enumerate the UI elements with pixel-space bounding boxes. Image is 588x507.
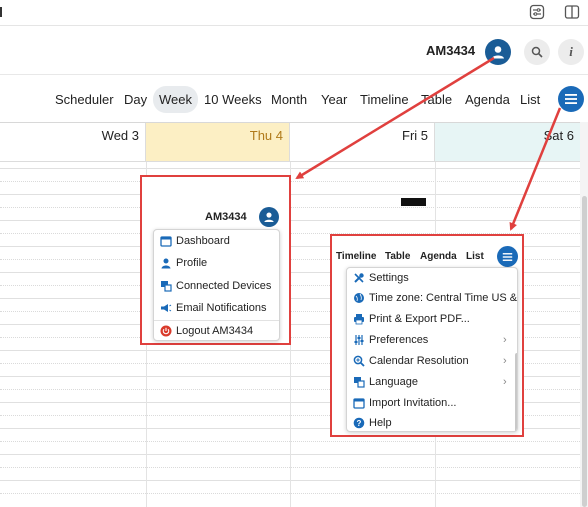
devices-icon	[161, 281, 172, 292]
tools-icon	[354, 273, 364, 283]
menu-item-dashboard[interactable]: Dashboard	[154, 230, 279, 252]
zoom-icon	[353, 355, 365, 367]
hamburger-icon	[502, 252, 513, 261]
tab-scheduler[interactable]: Scheduler	[51, 86, 118, 113]
menu-item-calendar-resolution[interactable]: Calendar Resolution ›	[347, 351, 515, 371]
menu-item-label: Import Invitation...	[369, 397, 457, 409]
menu-item-label: Print & Export PDF...	[369, 313, 470, 325]
main-menu-button[interactable]	[558, 86, 584, 112]
menu-item-label: Calendar Resolution	[369, 355, 469, 367]
menu-item-language[interactable]: Language ›	[347, 372, 515, 392]
day-header-fri[interactable]: Fri 5	[290, 123, 435, 162]
menu-item-time-zone[interactable]: Time zone: Central Time US & Ca	[347, 288, 518, 308]
menu-item-print-export[interactable]: Print & Export PDF...	[347, 309, 515, 329]
tab-timeline[interactable]: Timeline	[336, 251, 376, 262]
help-icon: ?	[353, 417, 365, 429]
menu-item-connected-devices[interactable]: Connected Devices	[154, 275, 279, 297]
menu-item-label: Connected Devices	[176, 280, 272, 292]
menu-item-label: Preferences	[369, 334, 429, 346]
app-header: AM3434 i	[0, 27, 588, 75]
day-header-wed[interactable]: Wed 3	[0, 123, 146, 162]
tab-month[interactable]: Month	[267, 86, 311, 113]
language-icon	[354, 377, 365, 388]
tab-table[interactable]: Table	[417, 86, 456, 113]
tab-timeline[interactable]: Timeline	[356, 86, 413, 113]
day-header-sat[interactable]: Sat 6	[435, 123, 580, 162]
tab-table[interactable]: Table	[385, 251, 410, 262]
calendar-icon	[160, 236, 172, 247]
user-menu-callout: AM3434 Dashboard Profile Connected Devic…	[140, 175, 291, 345]
info-icon: i	[569, 44, 573, 59]
user-avatar-icon[interactable]	[485, 39, 511, 65]
day-header-thu[interactable]: Thu 4	[146, 123, 290, 162]
day-label: Sat 6	[543, 128, 574, 143]
tab-list[interactable]: List	[516, 86, 544, 113]
sliders-icon	[354, 335, 364, 345]
menu-item-label: Email Notifications	[176, 302, 267, 314]
menu-item-help[interactable]: ? Help	[347, 413, 515, 431]
main-menu-button[interactable]	[497, 246, 518, 267]
tab-agenda[interactable]: Agenda	[461, 86, 514, 113]
settings-dropdown: Settings Time zone: Central Time US & Ca…	[346, 267, 518, 432]
menu-item-label: Settings	[369, 272, 409, 284]
menu-item-preferences[interactable]: Preferences ›	[347, 330, 515, 350]
day-label: Fri 5	[402, 128, 428, 143]
tab-list[interactable]: List	[466, 251, 484, 262]
printer-icon	[354, 314, 364, 325]
power-icon	[160, 325, 172, 337]
user-name[interactable]: AM3434	[426, 43, 475, 58]
chevron-right-icon: ›	[503, 376, 507, 388]
menu-scrollbar-thumb[interactable]	[515, 353, 517, 431]
tab-day[interactable]: Day	[120, 86, 151, 113]
menu-item-profile[interactable]: Profile	[154, 252, 279, 274]
user-menu-name[interactable]: AM3434	[205, 211, 247, 223]
tab-agenda[interactable]: Agenda	[420, 251, 457, 262]
hamburger-icon	[565, 94, 577, 104]
sliders-icon[interactable]	[528, 3, 546, 21]
svg-text:?: ?	[357, 419, 362, 428]
settings-menu-callout: Timeline Table Agenda List Settings Time…	[330, 234, 524, 437]
chevron-right-icon: ›	[503, 355, 507, 367]
search-button[interactable]	[524, 39, 550, 65]
search-icon	[531, 46, 543, 58]
day-label: Wed 3	[101, 128, 139, 143]
menu-item-label: Language	[369, 376, 418, 388]
info-button[interactable]: i	[558, 39, 584, 65]
globe-icon	[354, 293, 364, 303]
window-toolbar	[0, 0, 588, 26]
tab-year[interactable]: Year	[317, 86, 351, 113]
sidebar-toggle-icon[interactable]	[563, 3, 581, 21]
menu-item-label: Help	[369, 417, 392, 429]
day-label: Thu 4	[249, 128, 283, 143]
redaction-bar	[401, 198, 426, 206]
menu-item-settings[interactable]: Settings	[347, 268, 515, 288]
user-avatar-icon[interactable]	[259, 207, 279, 227]
menu-item-label: Profile	[176, 257, 208, 269]
menu-item-logout[interactable]: Logout AM3434	[154, 320, 279, 342]
menu-item-import-invitation[interactable]: Import Invitation...	[347, 393, 515, 413]
tab-week[interactable]: Week	[153, 86, 198, 113]
calendar-import-icon	[353, 398, 365, 409]
calendar-scrollbar-thumb[interactable]	[582, 196, 587, 507]
view-switcher: Scheduler Day Week 10 Weeks Month Year T…	[0, 76, 588, 122]
user-dropdown: Dashboard Profile Connected Devices Emai…	[153, 229, 280, 341]
person-icon	[161, 258, 171, 269]
menu-item-label: Time zone: Central Time US & Ca	[369, 292, 518, 304]
menu-item-label: Dashboard	[176, 235, 230, 247]
menu-item-email-notifications[interactable]: Email Notifications	[154, 297, 279, 319]
menu-item-label: Logout AM3434	[176, 325, 254, 337]
chevron-right-icon: ›	[503, 334, 507, 346]
tab-10-weeks[interactable]: 10 Weeks	[200, 86, 266, 113]
megaphone-icon	[161, 304, 172, 312]
text-cursor	[0, 7, 2, 17]
